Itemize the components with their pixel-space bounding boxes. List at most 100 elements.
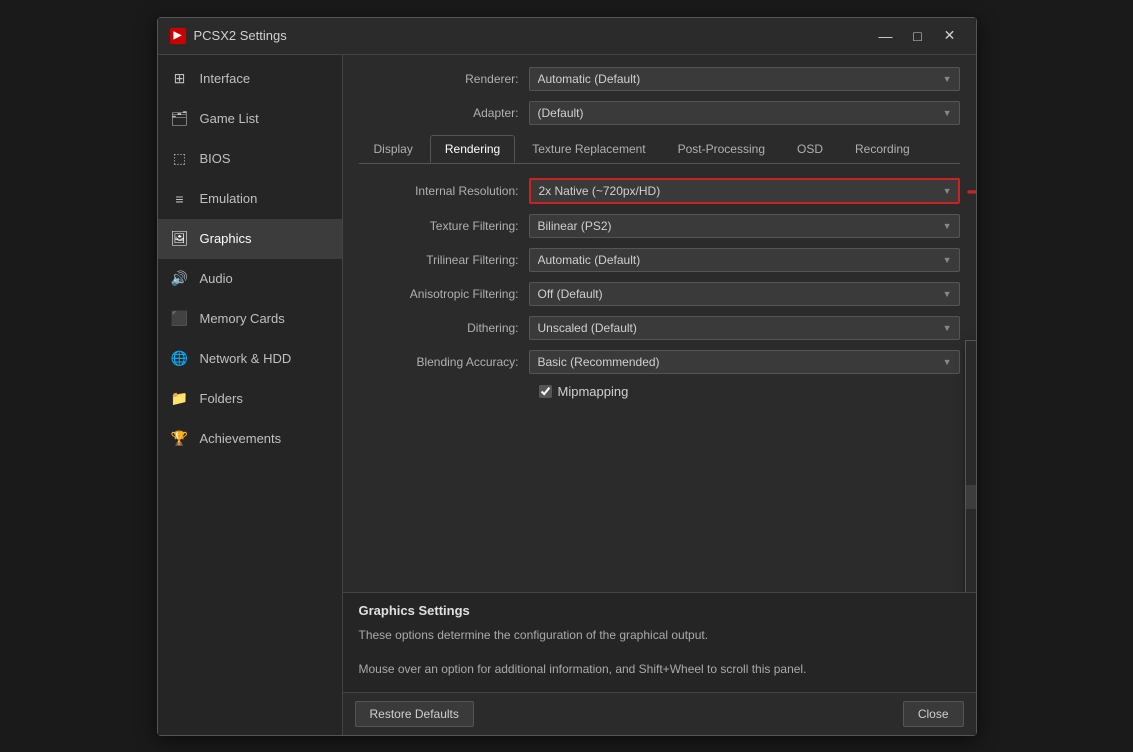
blending-accuracy-select-wrapper: Basic (Recommended) bbox=[529, 350, 960, 374]
tab-osd[interactable]: OSD bbox=[782, 135, 838, 163]
sidebar-label-interface: Interface bbox=[200, 71, 251, 86]
app-icon: ▶ bbox=[170, 28, 186, 44]
footer: Restore Defaults Close bbox=[343, 692, 976, 735]
tab-post-processing[interactable]: Post-Processing bbox=[663, 135, 780, 163]
maximize-button[interactable]: □ bbox=[904, 26, 932, 46]
sidebar: ⊞ Interface 🗂 Game List ⬚ BIOS ≡ Emulati… bbox=[158, 55, 343, 735]
tab-display[interactable]: Display bbox=[359, 135, 428, 163]
emulation-icon: ≡ bbox=[170, 189, 190, 209]
sidebar-item-network[interactable]: 🌐 Network & HDD bbox=[158, 339, 342, 379]
sidebar-item-memorycards[interactable]: ⬛ Memory Cards bbox=[158, 299, 342, 339]
dropdown-item-6x[interactable]: 6x Native (~2160px/4K UHD) bbox=[966, 581, 976, 592]
internal-resolution-row: Internal Resolution: 2x Native (~720px/H… bbox=[359, 178, 960, 204]
texture-filtering-label: Texture Filtering: bbox=[359, 219, 529, 233]
internal-resolution-select[interactable]: 2x Native (~720px/HD) bbox=[529, 178, 960, 204]
tab-rendering[interactable]: Rendering bbox=[430, 135, 515, 163]
settings-area: Renderer: Automatic (Default) Adapter: (… bbox=[343, 55, 976, 592]
sidebar-label-graphics: Graphics bbox=[200, 231, 252, 246]
gamelist-icon: 🗂 bbox=[170, 109, 190, 129]
close-window-button[interactable]: ✕ bbox=[936, 26, 964, 46]
graphics-icon: 🖼 bbox=[170, 229, 190, 249]
adapter-select-wrapper: (Default) bbox=[529, 101, 960, 125]
sidebar-label-network: Network & HDD bbox=[200, 351, 292, 366]
internal-resolution-select-wrapper: 2x Native (~720px/HD) bbox=[529, 178, 960, 204]
texture-filtering-row: Texture Filtering: Bilinear (PS2) bbox=[359, 214, 960, 238]
anisotropic-filtering-label: Anisotropic Filtering: bbox=[359, 287, 529, 301]
sidebar-label-folders: Folders bbox=[200, 391, 243, 406]
renderer-select-wrapper: Automatic (Default) bbox=[529, 67, 960, 91]
texture-filtering-select[interactable]: Bilinear (PS2) bbox=[529, 214, 960, 238]
blending-accuracy-label: Blending Accuracy: bbox=[359, 355, 529, 369]
main-content: ⊞ Interface 🗂 Game List ⬚ BIOS ≡ Emulati… bbox=[158, 55, 976, 735]
tab-texture-replacement[interactable]: Texture Replacement bbox=[517, 135, 660, 163]
settings-window: ▶ PCSX2 Settings — □ ✕ ⊞ Interface 🗂 Gam… bbox=[157, 17, 977, 736]
right-panel: Renderer: Automatic (Default) Adapter: (… bbox=[343, 55, 976, 735]
rendering-tabs: Display Rendering Texture Replacement Po… bbox=[359, 135, 960, 164]
sidebar-item-emulation[interactable]: ≡ Emulation bbox=[158, 179, 342, 219]
network-icon: 🌐 bbox=[170, 349, 190, 369]
texture-filtering-select-wrapper: Bilinear (PS2) bbox=[529, 214, 960, 238]
interface-icon: ⊞ bbox=[170, 69, 190, 89]
restore-defaults-button[interactable]: Restore Defaults bbox=[355, 701, 474, 727]
info-panel-line2: Mouse over an option for additional info… bbox=[359, 660, 960, 679]
trilinear-filtering-label: Trilinear Filtering: bbox=[359, 253, 529, 267]
dropdown-item-25x[interactable]: 2.5x Native (~900px/HD+) bbox=[966, 461, 976, 485]
dithering-row: Dithering: Unscaled (Default) bbox=[359, 316, 960, 340]
renderer-label: Renderer: bbox=[359, 72, 529, 86]
titlebar-left: ▶ PCSX2 Settings bbox=[170, 28, 287, 44]
blending-accuracy-row: Blending Accuracy: Basic (Recommended) bbox=[359, 350, 960, 374]
renderer-row: Renderer: Automatic (Default) bbox=[359, 67, 960, 91]
dropdown-item-175x[interactable]: 1.75x Native (~630px) bbox=[966, 413, 976, 437]
tab-recording[interactable]: Recording bbox=[840, 135, 925, 163]
sidebar-label-emulation: Emulation bbox=[200, 191, 258, 206]
dropdown-arrow: ➜ bbox=[966, 178, 976, 204]
adapter-label: Adapter: bbox=[359, 106, 529, 120]
window-title: PCSX2 Settings bbox=[194, 28, 287, 43]
minimize-button[interactable]: — bbox=[872, 26, 900, 46]
audio-icon: 🔊 bbox=[170, 269, 190, 289]
dithering-select-wrapper: Unscaled (Default) bbox=[529, 316, 960, 340]
info-panel-line1: These options determine the configuratio… bbox=[359, 626, 960, 645]
dropdown-item-2x[interactable]: 2x Native (~720px/HD) bbox=[966, 437, 976, 461]
sidebar-item-interface[interactable]: ⊞ Interface bbox=[158, 59, 342, 99]
dropdown-item-35x[interactable]: 3.5x Native (~1260px) bbox=[966, 509, 976, 533]
mipmapping-label: Mipmapping bbox=[558, 384, 629, 399]
rendering-fields-wrapper: Internal Resolution: 2x Native (~720px/H… bbox=[359, 178, 960, 374]
dropdown-item-4x[interactable]: 4x Native (~1440px/QHD) bbox=[966, 533, 976, 557]
trilinear-filtering-select-wrapper: Automatic (Default) bbox=[529, 248, 960, 272]
mipmapping-row: Mipmapping bbox=[539, 384, 960, 399]
dropdown-item-15x[interactable]: 1.5x Native (~540px) bbox=[966, 389, 976, 413]
dropdown-item-125x[interactable]: 1.25x Native (~450px) bbox=[966, 365, 976, 389]
memorycards-icon: ⬛ bbox=[170, 309, 190, 329]
sidebar-label-bios: BIOS bbox=[200, 151, 231, 166]
internal-resolution-label: Internal Resolution: bbox=[359, 184, 529, 198]
achievements-icon: 🏆 bbox=[170, 429, 190, 449]
dithering-select[interactable]: Unscaled (Default) bbox=[529, 316, 960, 340]
sidebar-item-folders[interactable]: 📁 Folders bbox=[158, 379, 342, 419]
trilinear-filtering-select[interactable]: Automatic (Default) bbox=[529, 248, 960, 272]
titlebar-controls: — □ ✕ bbox=[872, 26, 964, 46]
close-button[interactable]: Close bbox=[903, 701, 964, 727]
sidebar-item-bios[interactable]: ⬚ BIOS bbox=[158, 139, 342, 179]
trilinear-filtering-row: Trilinear Filtering: Automatic (Default) bbox=[359, 248, 960, 272]
sidebar-item-gamelist[interactable]: 🗂 Game List bbox=[158, 99, 342, 139]
anisotropic-filtering-select[interactable]: Off (Default) bbox=[529, 282, 960, 306]
dropdown-item-5x[interactable]: 5x Native (~1800px/QHD+) bbox=[966, 557, 976, 581]
dropdown-item-3x[interactable]: 3x Native (~1080px/FHD) bbox=[966, 485, 976, 509]
bios-icon: ⬚ bbox=[170, 149, 190, 169]
sidebar-item-audio[interactable]: 🔊 Audio bbox=[158, 259, 342, 299]
blending-accuracy-select[interactable]: Basic (Recommended) bbox=[529, 350, 960, 374]
sidebar-item-achievements[interactable]: 🏆 Achievements bbox=[158, 419, 342, 459]
sidebar-label-memorycards: Memory Cards bbox=[200, 311, 285, 326]
info-panel: Graphics Settings These options determin… bbox=[343, 592, 976, 692]
dropdown-item-native-ps2[interactable]: Native (PS2) (Default) bbox=[966, 341, 976, 365]
resolution-dropdown[interactable]: Native (PS2) (Default) 1.25x Native (~45… bbox=[965, 340, 976, 592]
renderer-select[interactable]: Automatic (Default) bbox=[529, 67, 960, 91]
dithering-label: Dithering: bbox=[359, 321, 529, 335]
adapter-select[interactable]: (Default) bbox=[529, 101, 960, 125]
sidebar-label-audio: Audio bbox=[200, 271, 233, 286]
mipmapping-checkbox[interactable] bbox=[539, 385, 552, 398]
folders-icon: 📁 bbox=[170, 389, 190, 409]
anisotropic-filtering-select-wrapper: Off (Default) bbox=[529, 282, 960, 306]
sidebar-item-graphics[interactable]: 🖼 Graphics bbox=[158, 219, 342, 259]
